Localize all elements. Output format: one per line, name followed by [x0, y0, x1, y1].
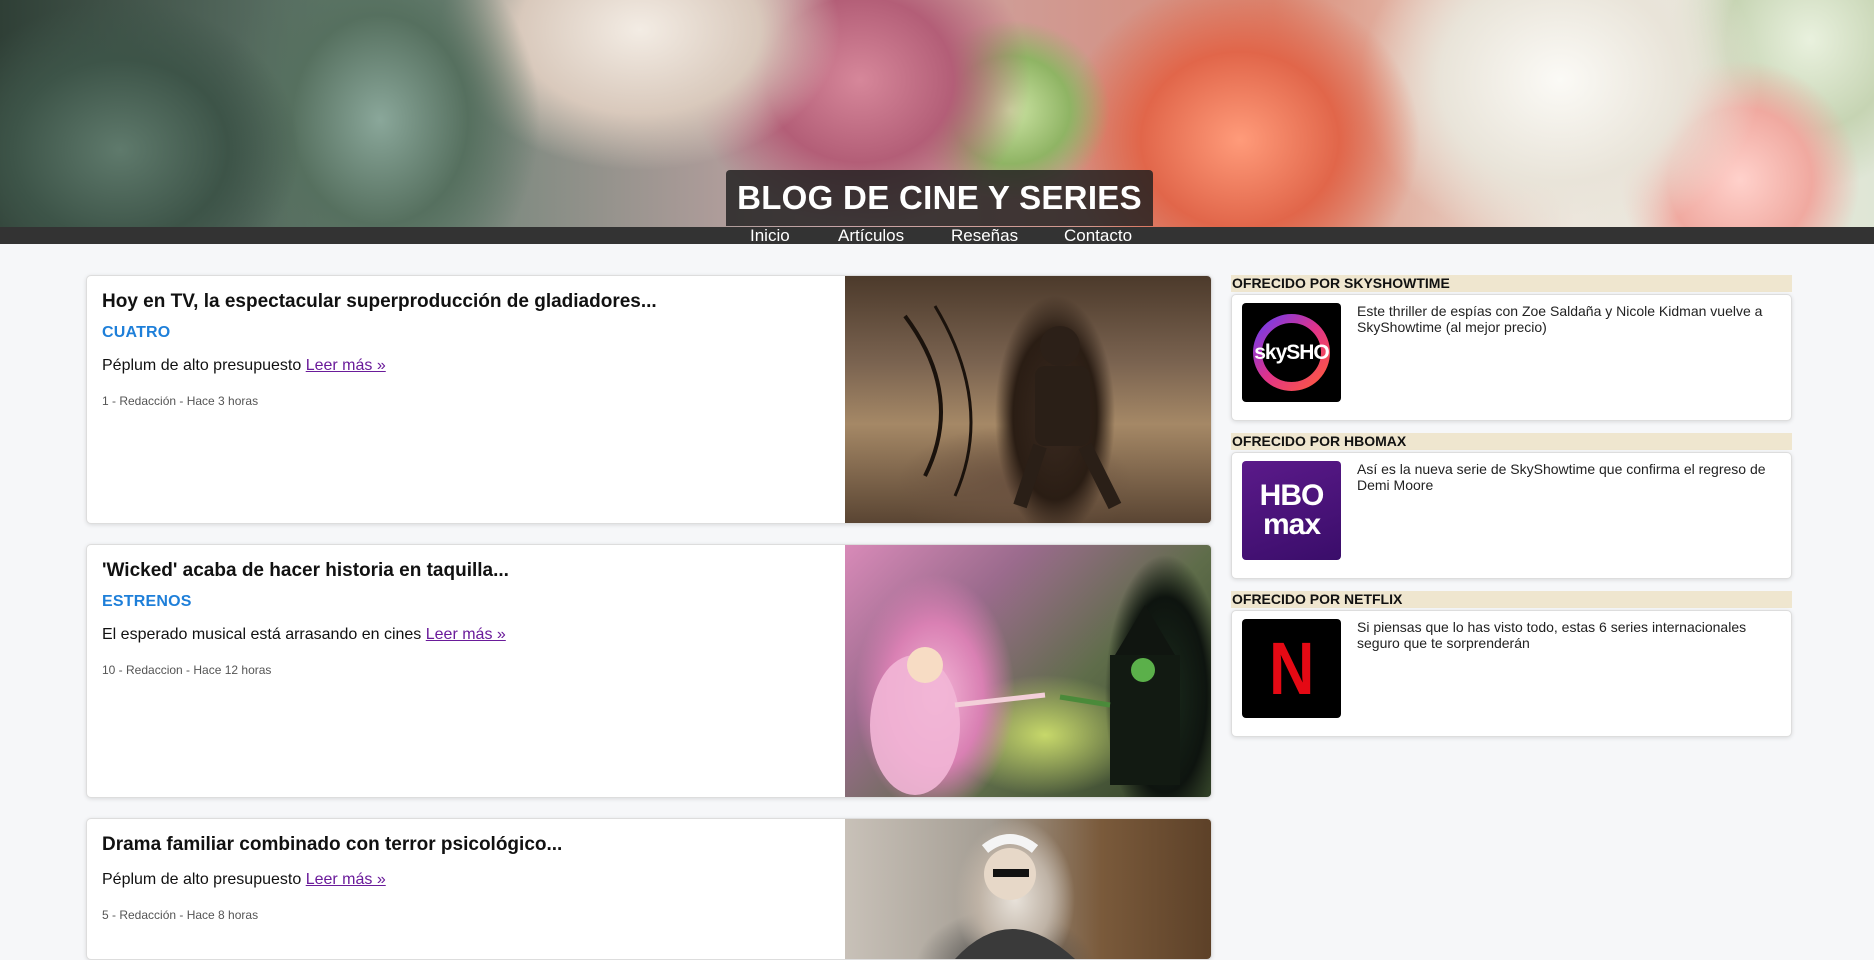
sponsor-card[interactable]: skySHO Este thriller de espías con Zoe S…: [1231, 294, 1792, 421]
site-title[interactable]: BLOG DE CINE Y SERIES: [726, 170, 1153, 226]
excerpt-text: Péplum de alto presupuesto: [102, 357, 302, 374]
article-thumbnail[interactable]: [845, 819, 1211, 959]
article-category[interactable]: CUATRO: [102, 323, 822, 343]
article-card: Drama familiar combinado con terror psic…: [86, 818, 1212, 960]
article-category[interactable]: ESTRENOS: [102, 592, 822, 612]
skyshowtime-logo[interactable]: skySHO: [1242, 303, 1341, 402]
article-meta: 1 - Redacción - Hace 3 horas: [102, 394, 259, 408]
netflix-logo[interactable]: N: [1242, 619, 1341, 718]
article-text: Hoy en TV, la espectacular superproducci…: [102, 290, 822, 409]
article-thumbnail[interactable]: [845, 545, 1211, 797]
sponsor-description[interactable]: Este thriller de espías con Zoe Saldaña …: [1357, 303, 1777, 335]
article-meta: 5 - Redacción - Hace 8 horas: [102, 908, 259, 922]
article-title[interactable]: Hoy en TV, la espectacular superproducci…: [102, 290, 822, 314]
sponsor-block: OFRECIDO POR HBOMAX HBO max Así es la nu…: [1231, 433, 1792, 579]
sponsor-description[interactable]: Así es la nueva serie de SkyShowtime que…: [1357, 461, 1777, 493]
article-meta: 10 - Redaccion - Hace 12 horas: [102, 663, 272, 677]
nav-contacto[interactable]: Contacto: [1064, 226, 1132, 246]
read-more-link[interactable]: Leer más »: [306, 357, 386, 374]
article-card: Hoy en TV, la espectacular superproducci…: [86, 275, 1212, 524]
nav-resenas[interactable]: Reseñas: [951, 226, 1018, 246]
sponsor-label: OFRECIDO POR HBOMAX: [1231, 433, 1792, 450]
sponsor-label: OFRECIDO POR SKYSHOWTIME: [1231, 275, 1792, 292]
main-navbar: Inicio Artículos Reseñas Contacto: [0, 226, 1874, 246]
sponsor-card[interactable]: N Si piensas que lo has visto todo, esta…: [1231, 610, 1792, 737]
sponsor-description[interactable]: Si piensas que lo has visto todo, estas …: [1357, 619, 1777, 651]
article-text: 'Wicked' acaba de hacer historia en taqu…: [102, 559, 822, 678]
nav-inicio[interactable]: Inicio: [750, 226, 790, 246]
hbomax-logo-top: HBO: [1259, 479, 1325, 512]
article-text: Drama familiar combinado con terror psic…: [102, 833, 822, 923]
excerpt-text: Péplum de alto presupuesto: [102, 871, 302, 888]
hbomax-logo[interactable]: HBO max: [1242, 461, 1341, 560]
netflix-logo-letter: N: [1268, 627, 1315, 710]
hbomax-logo-bottom: max: [1262, 507, 1321, 541]
sponsor-label: OFRECIDO POR NETFLIX: [1231, 591, 1792, 608]
article-thumbnail[interactable]: [845, 276, 1211, 523]
nav-articulos[interactable]: Artículos: [838, 226, 904, 246]
article-title[interactable]: 'Wicked' acaba de hacer historia en taqu…: [102, 559, 822, 583]
excerpt-text: El esperado musical está arrasando en ci…: [102, 626, 422, 643]
article-card: 'Wicked' acaba de hacer historia en taqu…: [86, 544, 1212, 798]
read-more-link[interactable]: Leer más »: [306, 871, 386, 888]
sponsor-card[interactable]: HBO max Así es la nueva serie de SkyShow…: [1231, 452, 1792, 579]
article-excerpt: Péplum de alto presupuesto Leer más »: [102, 869, 822, 891]
gladiator-illustration: [903, 305, 1122, 510]
drama-illustration: [955, 834, 1075, 959]
article-excerpt: El esperado musical está arrasando en ci…: [102, 624, 822, 646]
skyshowtime-logo-text: skySHO: [1254, 340, 1330, 364]
article-title[interactable]: Drama familiar combinado con terror psic…: [102, 833, 822, 857]
read-more-link[interactable]: Leer más »: [426, 626, 506, 643]
hbomax-logo-text: HBO max: [1259, 479, 1325, 541]
sponsor-block: OFRECIDO POR NETFLIX N Si piensas que lo…: [1231, 591, 1792, 737]
wicked-illustration: [870, 605, 1180, 795]
article-excerpt: Péplum de alto presupuesto Leer más »: [102, 355, 822, 377]
sponsor-block: OFRECIDO POR SKYSHOWTIME skySHO Este thr…: [1231, 275, 1792, 421]
